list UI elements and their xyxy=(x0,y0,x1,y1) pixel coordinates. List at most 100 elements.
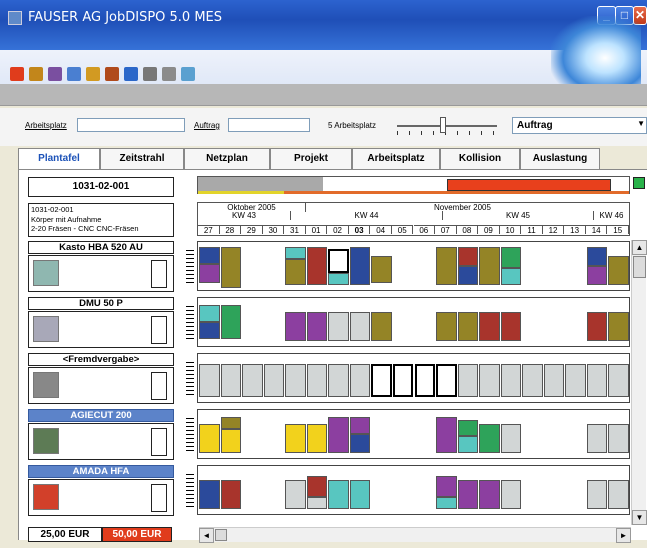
schedule-block[interactable] xyxy=(349,246,371,286)
schedule-block[interactable] xyxy=(220,417,242,430)
schedule-block[interactable] xyxy=(306,424,328,454)
machine-card[interactable] xyxy=(28,367,174,404)
overview-bar[interactable] xyxy=(197,176,630,194)
machine-lane[interactable] xyxy=(186,297,630,347)
schedule-block[interactable] xyxy=(220,480,242,510)
schedule-block[interactable] xyxy=(436,497,457,510)
machine-lane[interactable] xyxy=(186,465,630,515)
schedule-block[interactable] xyxy=(199,424,220,454)
schedule-block[interactable] xyxy=(328,417,349,454)
machine-card[interactable] xyxy=(28,311,174,348)
schedule-block[interactable] xyxy=(328,273,349,286)
schedule-block[interactable] xyxy=(285,363,306,398)
schedule-block[interactable] xyxy=(608,424,629,454)
tab-projekt[interactable]: Projekt xyxy=(270,148,352,170)
schedule-block[interactable] xyxy=(500,424,522,454)
machine-lane[interactable] xyxy=(186,241,630,291)
machine-name[interactable]: Kasto HBA 520 AU xyxy=(28,241,174,254)
stop-icon[interactable] xyxy=(10,67,24,81)
tab-arbeitsplatz[interactable]: Arbeitsplatz xyxy=(352,148,440,170)
tab-auslastung[interactable]: Auslastung xyxy=(520,148,600,170)
scroll-right-icon[interactable]: ► xyxy=(616,528,631,543)
schedule-block[interactable] xyxy=(285,480,306,510)
schedule-block[interactable] xyxy=(349,363,371,398)
schedule-block[interactable] xyxy=(457,419,479,437)
schedule-block[interactable] xyxy=(479,246,500,286)
schedule-block[interactable] xyxy=(328,363,349,398)
vertical-scroll-thumb[interactable] xyxy=(633,256,646,278)
schedule-block[interactable] xyxy=(349,480,371,510)
schedule-block[interactable] xyxy=(500,312,522,342)
schedule-block[interactable] xyxy=(608,480,629,510)
view-mode-select[interactable]: Auftrag ▼ xyxy=(512,117,647,134)
schedule-block[interactable] xyxy=(285,424,306,454)
schedule-block[interactable] xyxy=(457,312,479,342)
schedule-block[interactable] xyxy=(392,363,414,398)
schedule-block[interactable] xyxy=(565,363,586,398)
schedule-block[interactable] xyxy=(220,363,242,398)
machine-name[interactable]: <Fremdvergabe> xyxy=(28,353,174,366)
schedule-block[interactable] xyxy=(306,363,328,398)
schedule-block[interactable] xyxy=(306,475,328,498)
job-number[interactable]: 1031-02-001 xyxy=(28,177,174,197)
schedule-block[interactable] xyxy=(436,417,457,454)
schedule-block[interactable] xyxy=(349,434,371,454)
schedule-block[interactable] xyxy=(479,424,500,454)
scroll-up-icon[interactable]: ▲ xyxy=(632,240,647,255)
machine-lane[interactable] xyxy=(186,353,630,403)
image-icon[interactable] xyxy=(181,67,195,81)
schedule-block[interactable] xyxy=(306,497,328,510)
schedule-block[interactable] xyxy=(436,475,457,498)
schedule-block[interactable] xyxy=(586,363,608,398)
schedule-block[interactable] xyxy=(285,258,306,286)
schedule-block[interactable] xyxy=(436,312,457,342)
scroll-left-icon[interactable]: ◄ xyxy=(199,528,214,543)
chevron-down-icon[interactable]: ▼ xyxy=(637,119,645,128)
schedule-block[interactable] xyxy=(479,312,500,342)
schedule-block[interactable] xyxy=(220,429,242,454)
schedule-block[interactable] xyxy=(457,436,479,454)
schedule-block[interactable] xyxy=(349,312,371,342)
schedule-block[interactable] xyxy=(586,312,608,342)
schedule-block[interactable] xyxy=(586,266,608,286)
tab-plantafel[interactable]: Plantafel xyxy=(18,148,100,170)
schedule-block[interactable] xyxy=(543,363,565,398)
schedule-block[interactable] xyxy=(457,480,479,510)
schedule-block[interactable] xyxy=(328,312,349,342)
schedule-block[interactable] xyxy=(500,363,522,398)
slider-thumb[interactable] xyxy=(440,117,446,133)
machine-card[interactable] xyxy=(28,479,174,516)
schedule-block[interactable] xyxy=(328,249,349,274)
schedule-block[interactable] xyxy=(586,424,608,454)
schedule-block[interactable] xyxy=(436,246,457,286)
schedule-block[interactable] xyxy=(199,363,220,398)
printer-icon[interactable] xyxy=(143,67,157,81)
schedule-block[interactable] xyxy=(479,363,500,398)
machine-lane[interactable] xyxy=(186,409,630,459)
horizontal-scrollbar[interactable]: ◄ ► xyxy=(199,527,631,543)
schedule-block[interactable] xyxy=(457,266,479,286)
schedule-block[interactable] xyxy=(349,417,371,434)
schedule-block[interactable] xyxy=(586,246,608,266)
schedule-block[interactable] xyxy=(414,363,436,398)
schedule-block[interactable] xyxy=(436,363,457,398)
list-icon[interactable] xyxy=(48,67,62,81)
machine-name[interactable]: AGIECUT 200 xyxy=(28,409,174,422)
scroll-down-icon[interactable]: ▼ xyxy=(632,510,647,525)
schedule-block[interactable] xyxy=(522,363,543,398)
layout-icon[interactable] xyxy=(162,67,176,81)
vertical-scrollbar[interactable]: ▲ ▼ xyxy=(631,240,647,525)
schedule-block[interactable] xyxy=(285,246,306,259)
machine-name[interactable]: AMADA HFA xyxy=(28,465,174,478)
arbeitsplatz-input[interactable] xyxy=(77,118,185,132)
horizontal-scroll-thumb[interactable] xyxy=(215,529,227,541)
schedule-block[interactable] xyxy=(199,322,220,339)
schedule-block[interactable] xyxy=(500,268,522,286)
info-icon[interactable] xyxy=(124,67,138,81)
slider-track[interactable] xyxy=(397,125,497,127)
schedule-block[interactable] xyxy=(457,246,479,266)
schedule-block[interactable] xyxy=(457,363,479,398)
schedule-block[interactable] xyxy=(371,312,392,342)
schedule-block[interactable] xyxy=(199,263,220,283)
tab-netzplan[interactable]: Netzplan xyxy=(184,148,270,170)
